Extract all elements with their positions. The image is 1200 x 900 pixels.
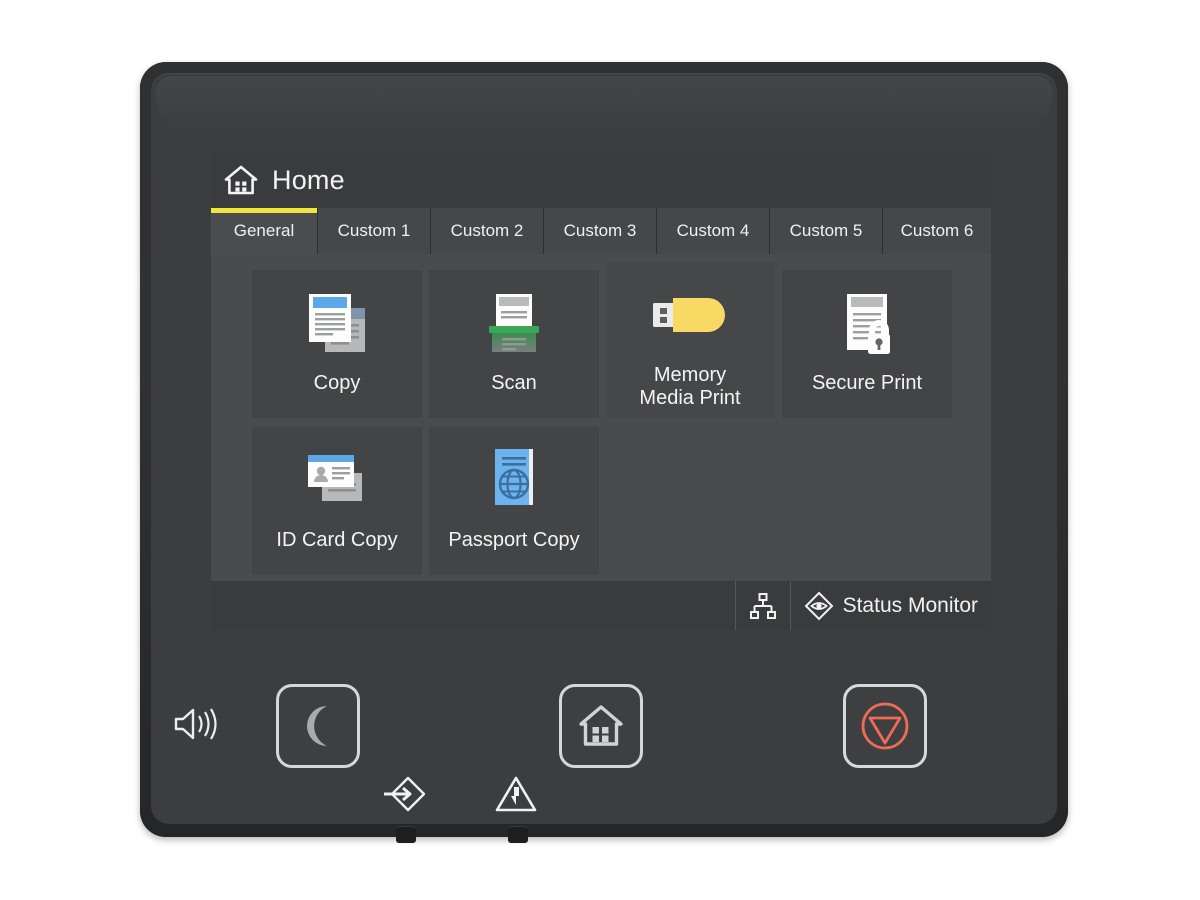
status-monitor-eye-icon (804, 591, 834, 621)
function-tile-area: Copy Scan Memory Media Print Secure Prin… (211, 254, 991, 581)
screen-status-bar: Status Monitor (211, 581, 991, 630)
tile-scan[interactable]: Scan (429, 270, 599, 418)
tab-custom-3[interactable]: Custom 3 (544, 208, 657, 254)
tile-label: Memory Media Print (639, 364, 741, 409)
panel-clip-right (508, 826, 528, 843)
tab-label: Custom 2 (450, 221, 524, 240)
tab-custom-5[interactable]: Custom 5 (770, 208, 883, 254)
tab-label: Custom 5 (789, 221, 863, 240)
id-card-icon (298, 441, 376, 519)
tile-copy[interactable]: Copy (252, 270, 422, 418)
panel-clip-left (396, 826, 416, 843)
speaker-volume-icon (168, 702, 224, 746)
home-button[interactable] (559, 684, 643, 768)
tab-custom-1[interactable]: Custom 1 (318, 208, 431, 254)
tab-strip: General Custom 1 Custom 2 Custom 3 Custo… (211, 208, 991, 254)
printer-control-panel: Home General Custom 1 Custom 2 Custom 3 … (140, 62, 1068, 843)
tile-id-card-copy[interactable]: ID Card Copy (252, 427, 422, 575)
tab-custom-4[interactable]: Custom 4 (657, 208, 770, 254)
tile-label: ID Card Copy (276, 529, 398, 551)
network-tree-icon (749, 592, 777, 620)
tab-custom-6[interactable]: Custom 6 (883, 208, 991, 254)
tab-label: Custom 4 (676, 221, 750, 240)
scanner-icon (478, 284, 550, 362)
tab-label: Custom 1 (337, 221, 411, 240)
energy-saver-button[interactable] (276, 684, 360, 768)
function-tile-grid: Copy Scan Memory Media Print Secure Prin… (211, 262, 991, 581)
stop-circle-triangle-icon (858, 699, 912, 753)
tile-memory-media-print[interactable]: Memory Media Print (605, 262, 775, 418)
tile-label: Passport Copy (448, 529, 580, 551)
status-monitor-label: Status Monitor (842, 593, 978, 617)
tile-label: Secure Print (811, 372, 923, 394)
crescent-moon-icon (296, 702, 340, 750)
network-status-button[interactable] (734, 581, 790, 630)
home-outline-icon (576, 702, 626, 750)
tab-custom-2[interactable]: Custom 2 (431, 208, 544, 254)
document-lock-icon (831, 284, 903, 362)
page-title: Home (272, 164, 345, 195)
copy-documents-icon (301, 284, 373, 362)
screen-header: Home (211, 152, 991, 208)
tab-label: Custom 6 (900, 221, 974, 240)
error-indicator (492, 772, 540, 816)
status-monitor-button[interactable]: Status Monitor (789, 581, 991, 630)
tab-general[interactable]: General (211, 208, 318, 254)
data-indicator (380, 772, 428, 816)
tab-label: General (233, 221, 295, 240)
tile-secure-print[interactable]: Secure Print (782, 270, 952, 418)
usb-drive-icon (647, 276, 733, 354)
tab-label: Custom 3 (563, 221, 637, 240)
stop-button[interactable] (843, 684, 927, 768)
tile-label: Copy (313, 372, 361, 394)
touchscreen[interactable]: Home General Custom 1 Custom 2 Custom 3 … (211, 152, 991, 630)
passport-globe-icon (483, 441, 545, 519)
tile-label: Scan (491, 372, 537, 394)
home-icon (224, 164, 258, 196)
tile-passport-copy[interactable]: Passport Copy (429, 427, 599, 575)
